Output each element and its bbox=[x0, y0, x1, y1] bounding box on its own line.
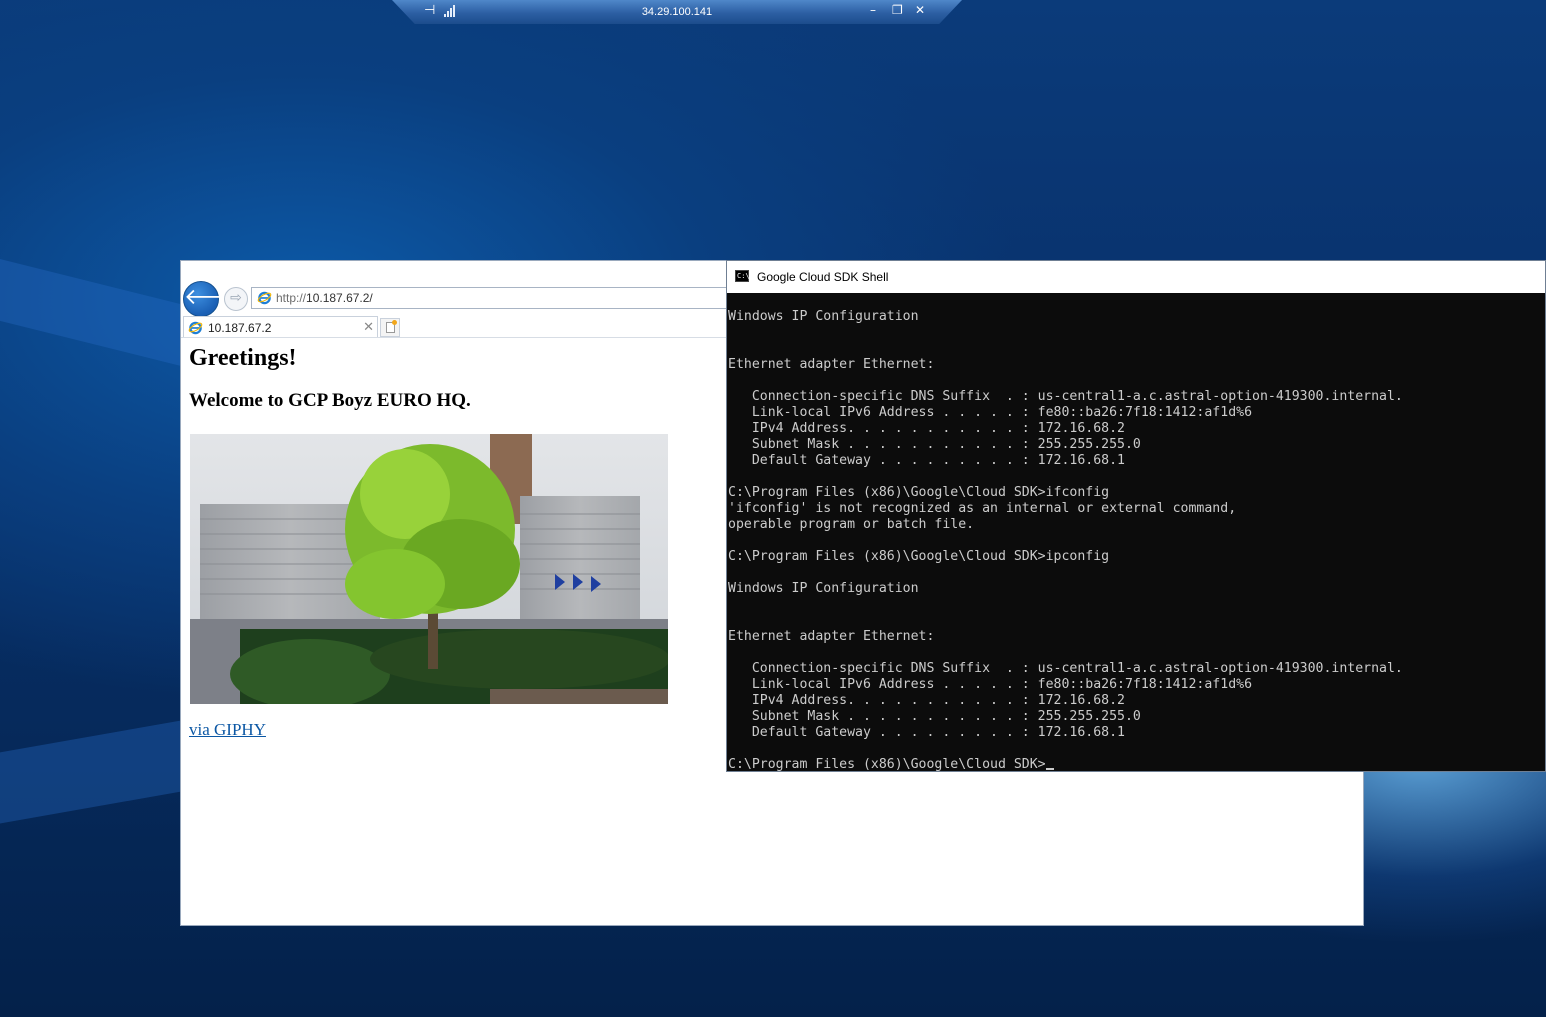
page-heading: Greetings! bbox=[189, 345, 297, 371]
remote-connection-bar[interactable]: ⊣ 34.29.100.141 – ❐ ✕ bbox=[392, 0, 962, 24]
close-icon[interactable]: ✕ bbox=[915, 3, 925, 17]
cloud-sdk-shell-window: C:\ Google Cloud SDK Shell Windows IP Co… bbox=[726, 260, 1546, 772]
web-page-content: Greetings! Welcome to GCP Boyz EURO HQ. bbox=[189, 345, 668, 739]
remote-host-title: 34.29.100.141 bbox=[641, 6, 713, 18]
tab-label: 10.187.67.2 bbox=[208, 321, 272, 335]
building-gif-image bbox=[190, 434, 668, 704]
restore-icon[interactable]: ❐ bbox=[892, 3, 903, 17]
text-cursor bbox=[1045, 768, 1054, 770]
shell-title-bar[interactable]: C:\ Google Cloud SDK Shell bbox=[727, 261, 1545, 293]
address-url: http://10.187.67.2/ bbox=[276, 291, 373, 305]
page-subheading: Welcome to GCP Boyz EURO HQ. bbox=[189, 390, 471, 411]
close-tab-icon[interactable]: ✕ bbox=[363, 319, 374, 335]
minimize-icon[interactable]: – bbox=[870, 3, 876, 17]
tab-current[interactable]: 10.187.67.2 ✕ bbox=[183, 316, 378, 337]
address-bar[interactable]: http://10.187.67.2/ bbox=[251, 287, 731, 309]
internet-explorer-icon bbox=[188, 321, 203, 335]
giphy-link[interactable]: via GIPHY bbox=[189, 720, 266, 740]
console-output[interactable]: Windows IP Configuration Ethernet adapte… bbox=[728, 309, 1403, 773]
url-host: 10.187.67.2/ bbox=[306, 291, 373, 305]
shell-title: Google Cloud SDK Shell bbox=[757, 270, 889, 284]
url-protocol: http:// bbox=[276, 291, 307, 305]
back-button[interactable]: 🡐 bbox=[183, 281, 243, 317]
new-tab-button[interactable] bbox=[380, 318, 400, 337]
forward-button[interactable]: ⇨ bbox=[224, 287, 248, 311]
console-prompt: C:\Program Files (x86)\Google\Cloud SDK> bbox=[728, 757, 1046, 772]
console-text: Windows IP Configuration Ethernet adapte… bbox=[728, 309, 1403, 740]
console-icon: C:\ bbox=[735, 270, 750, 282]
internet-explorer-icon bbox=[257, 291, 272, 305]
